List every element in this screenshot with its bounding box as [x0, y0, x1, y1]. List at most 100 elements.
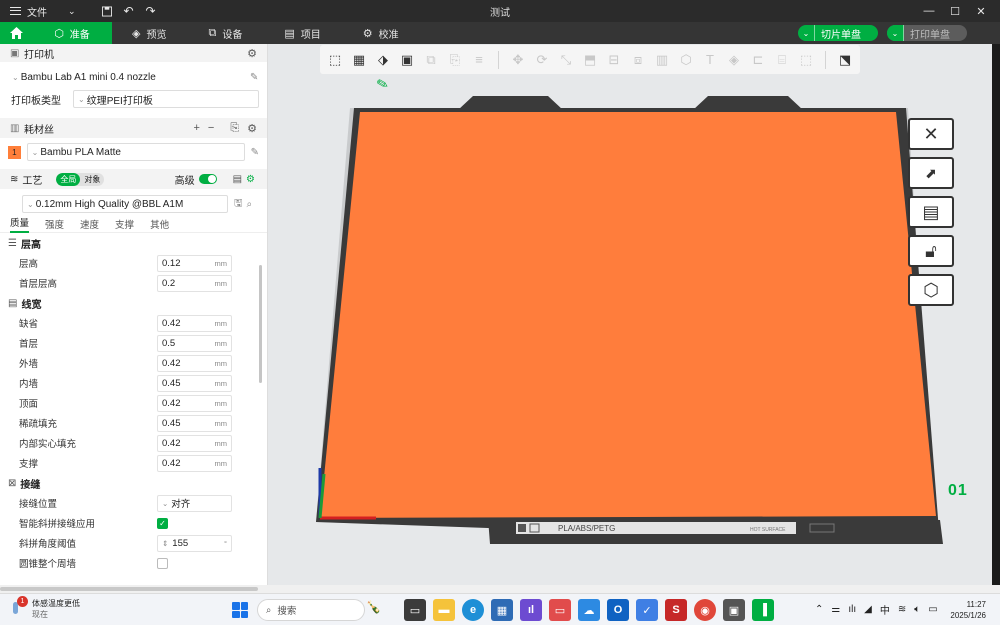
add-icon[interactable]: + [193, 122, 199, 135]
save-icon[interactable]: 🖫 [234, 196, 243, 213]
horizontal-scrollbar[interactable] [0, 585, 1000, 593]
advanced-switch[interactable] [198, 174, 217, 184]
subtab-quality[interactable]: 质量 [10, 215, 30, 233]
first-layer-width-input[interactable]: 0.5 mm [157, 334, 232, 352]
close-icon[interactable]: ✕ [968, 0, 994, 22]
hex-settings-icon[interactable]: ⬡ [908, 274, 954, 306]
sound-icon[interactable]: ◢ [864, 604, 872, 615]
sketchup-icon[interactable]: S [665, 599, 687, 621]
advanced-toggle[interactable]: 高级 ▤ ⚙ [175, 172, 255, 187]
tab-preview[interactable]: ◈ 预览 [112, 22, 188, 44]
settings-sync-icon[interactable]: ⚙ [246, 174, 255, 185]
filament-slot-number[interactable]: 1 [8, 145, 21, 159]
param-unit: mm [214, 358, 228, 368]
lock-icon[interactable]: 🔓︎ [908, 235, 954, 267]
store-icon[interactable]: ▦ [491, 599, 513, 621]
first-layer-height-input[interactable]: 0.2 mm [157, 274, 232, 292]
layer-height-input[interactable]: 0.12 mm [157, 254, 232, 272]
stepper-icon[interactable]: ⇕ [162, 539, 168, 548]
volume-icon[interactable]: 🔈︎ [914, 604, 920, 615]
toggle-global[interactable]: 全局 [56, 172, 81, 186]
subtab-speed[interactable]: 速度 [80, 217, 99, 231]
todo-icon[interactable]: ✓ [636, 599, 658, 621]
print-plate-label: 打印单盘 [910, 29, 950, 41]
sync-icon[interactable]: ⎘ [230, 122, 239, 135]
layout-icon[interactable]: ▤ [908, 196, 954, 228]
edit-icon[interactable]: ✎ [251, 147, 259, 158]
edit-icon[interactable]: ✎ [250, 72, 258, 83]
bambu-studio-icon[interactable]: ▐ [752, 599, 774, 621]
subtab-others[interactable]: 其他 [150, 217, 169, 231]
task-view-icon[interactable]: ▭ [404, 599, 426, 621]
chevron-down-icon[interactable]: ⌄ [798, 25, 815, 41]
tab-prepare[interactable]: ⬡ 准备 [32, 22, 112, 44]
remote-icon[interactable]: ▭ [549, 599, 571, 621]
audio-mixer-icon[interactable]: ılı [848, 604, 856, 615]
close-view-icon[interactable]: ✕ [908, 118, 954, 150]
tab-device[interactable]: ⧉ 设备 [188, 22, 264, 44]
scarf-seam-checkbox[interactable]: ✓ [157, 517, 168, 529]
print-plate-button[interactable]: ⌄ 打印单盘 [887, 25, 967, 41]
printer-select[interactable]: ⌄ Bambu Lab A1 mini 0.4 nozzle [8, 68, 244, 86]
save-icon[interactable] [96, 0, 118, 22]
home-icon[interactable] [0, 22, 32, 44]
app-window-icon[interactable]: ▣ [723, 599, 745, 621]
model-object[interactable] [320, 112, 936, 518]
tab-project[interactable]: ▤ 项目 [264, 22, 342, 44]
wifi-icon[interactable]: ≋ [898, 604, 906, 615]
subtab-strength[interactable]: 强度 [45, 217, 64, 231]
gear-icon[interactable]: ⚙ [247, 122, 257, 135]
gear-icon[interactable]: ⚙ [247, 47, 257, 60]
remove-icon[interactable]: − [208, 122, 214, 135]
sidebar-scrollbar[interactable] [259, 265, 262, 383]
process-preset-select[interactable]: ⌄ 0.12mm High Quality @BBL A1M [22, 195, 228, 213]
outlook-icon[interactable]: O [607, 599, 629, 621]
tray-settings-icon[interactable]: ⚌ [831, 604, 840, 615]
minimize-icon[interactable]: — [916, 0, 942, 22]
cloud-icon[interactable]: ☁ [578, 599, 600, 621]
search-icon[interactable]: ⌕ [247, 199, 253, 210]
internal-solid-infill-input[interactable]: 0.42 mm [157, 434, 232, 452]
taskbar-search[interactable]: ⌕ 搜索 [257, 599, 365, 621]
file-menu[interactable]: 文件 ⌄ [0, 0, 82, 22]
seam-partial-checkbox[interactable] [157, 557, 168, 569]
file-explorer-icon[interactable]: ▬ [433, 599, 455, 621]
chevron-up-icon[interactable]: ⌃ [815, 604, 823, 615]
support-width-input[interactable]: 0.42 mm [157, 454, 232, 472]
sparse-infill-input[interactable]: 0.45 mm [157, 414, 232, 432]
tab-calibration[interactable]: ⚙ 校准 [343, 22, 421, 44]
top-surface-input[interactable]: 0.42 mm [157, 394, 232, 412]
plate-type-select[interactable]: ⌄ 纹理PEI打印板 [73, 90, 259, 108]
scarf-angle-spinner[interactable]: ⇕ 155 ° [157, 534, 232, 552]
compare-icon[interactable]: ▤ [233, 174, 242, 185]
search-highlight-icon[interactable]: 🍾 [366, 600, 381, 614]
toggle-object[interactable]: 对象 [80, 173, 104, 186]
undo-icon[interactable]: ↶ [118, 0, 140, 22]
chrome-icon[interactable]: ◉ [694, 599, 716, 621]
chevron-down-icon[interactable]: ⌄ [887, 25, 904, 41]
default-width-input[interactable]: 0.42 mm [157, 314, 232, 332]
clock[interactable]: 11:27 2025/1/26 [950, 599, 986, 621]
printer-section-header[interactable]: ▣ 打印机 ⚙ [0, 44, 267, 62]
filament-icon: ▥ [10, 122, 20, 134]
auto-arrange-icon[interactable]: ⬈ [908, 157, 954, 189]
inner-wall-input[interactable]: 0.45 mm [157, 374, 232, 392]
subtab-support[interactable]: 支撑 [115, 217, 134, 231]
3d-viewport[interactable]: ⬚ ▦ ⬗ ▣ ⧉ ⎘ ≡ ✥ ⟳ ⤡ ⬒ ⊟ ⧈ ▥ ⬡ T ◈ ⊏ ⌸ ⬚ … [268, 44, 992, 585]
windows-start-icon[interactable] [232, 602, 248, 618]
build-plate[interactable]: PLA/ABS/PETG HOT SURFACE [268, 44, 992, 585]
redo-icon[interactable]: ↷ [140, 0, 162, 22]
outer-wall-input[interactable]: 0.42 mm [157, 354, 232, 372]
battery-icon[interactable]: ▭ [928, 604, 937, 615]
param-first-layer-height: 首层层高 0.2 mm [0, 273, 267, 293]
plate-number-label[interactable]: 01 [948, 482, 968, 500]
seam-position-select[interactable]: ⌄ 对齐 [157, 494, 232, 512]
filament-select[interactable]: ⌄ Bambu PLA Matte [26, 143, 245, 161]
edge-icon[interactable]: e [462, 599, 484, 621]
ime-indicator[interactable]: 中 [880, 602, 890, 617]
slice-plate-button[interactable]: ⌄ 切片单盘 [798, 25, 878, 41]
analytics-icon[interactable]: ıl [520, 599, 542, 621]
maximize-icon[interactable]: ☐ [942, 0, 968, 22]
global-object-toggle[interactable]: 全局 对象 [56, 172, 105, 186]
weather-widget[interactable]: 1 体感温度更低 现在 [10, 596, 80, 620]
